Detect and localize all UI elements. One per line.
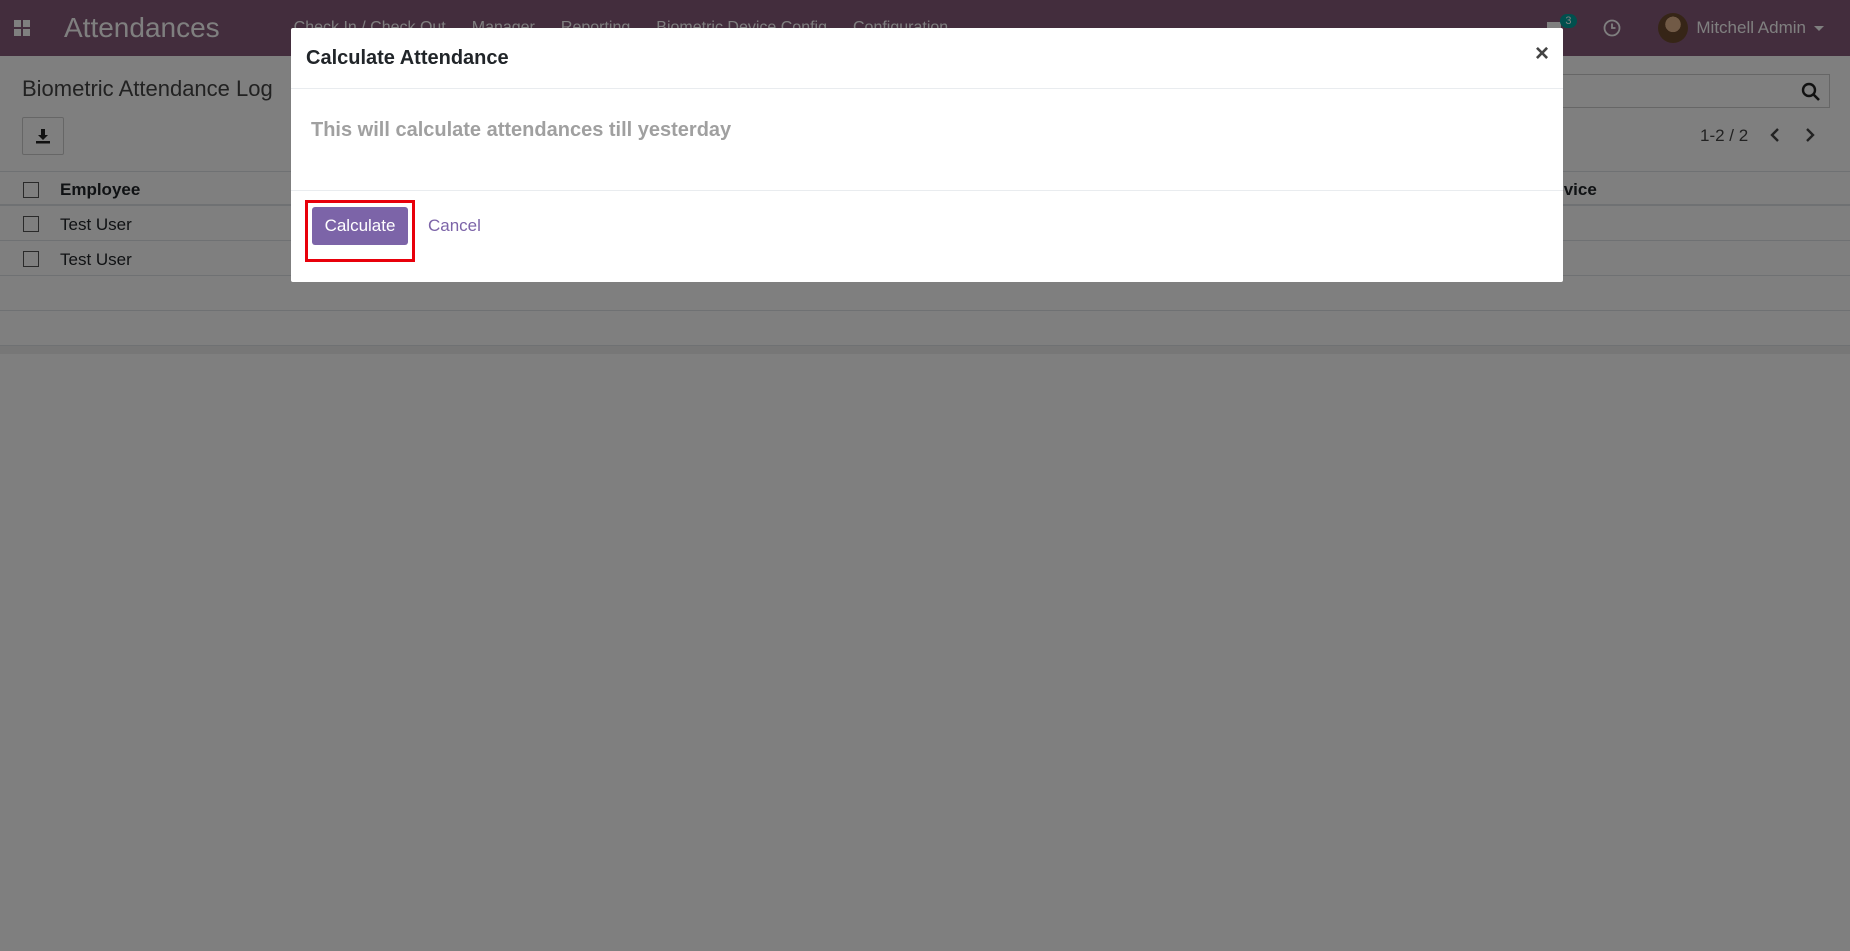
calculate-button[interactable]: Calculate	[312, 207, 408, 245]
modal-body: This will calculate attendances till yes…	[291, 89, 1563, 191]
cancel-button[interactable]: Cancel	[428, 216, 481, 236]
modal-header: Calculate Attendance ×	[291, 28, 1563, 89]
modal-message: This will calculate attendances till yes…	[311, 119, 732, 141]
modal-footer: Calculate Cancel	[291, 191, 1563, 280]
modal-title: Calculate Attendance	[306, 47, 509, 69]
calculate-attendance-dialog: Calculate Attendance × This will calcula…	[291, 28, 1563, 282]
close-icon[interactable]: ×	[1535, 40, 1549, 68]
